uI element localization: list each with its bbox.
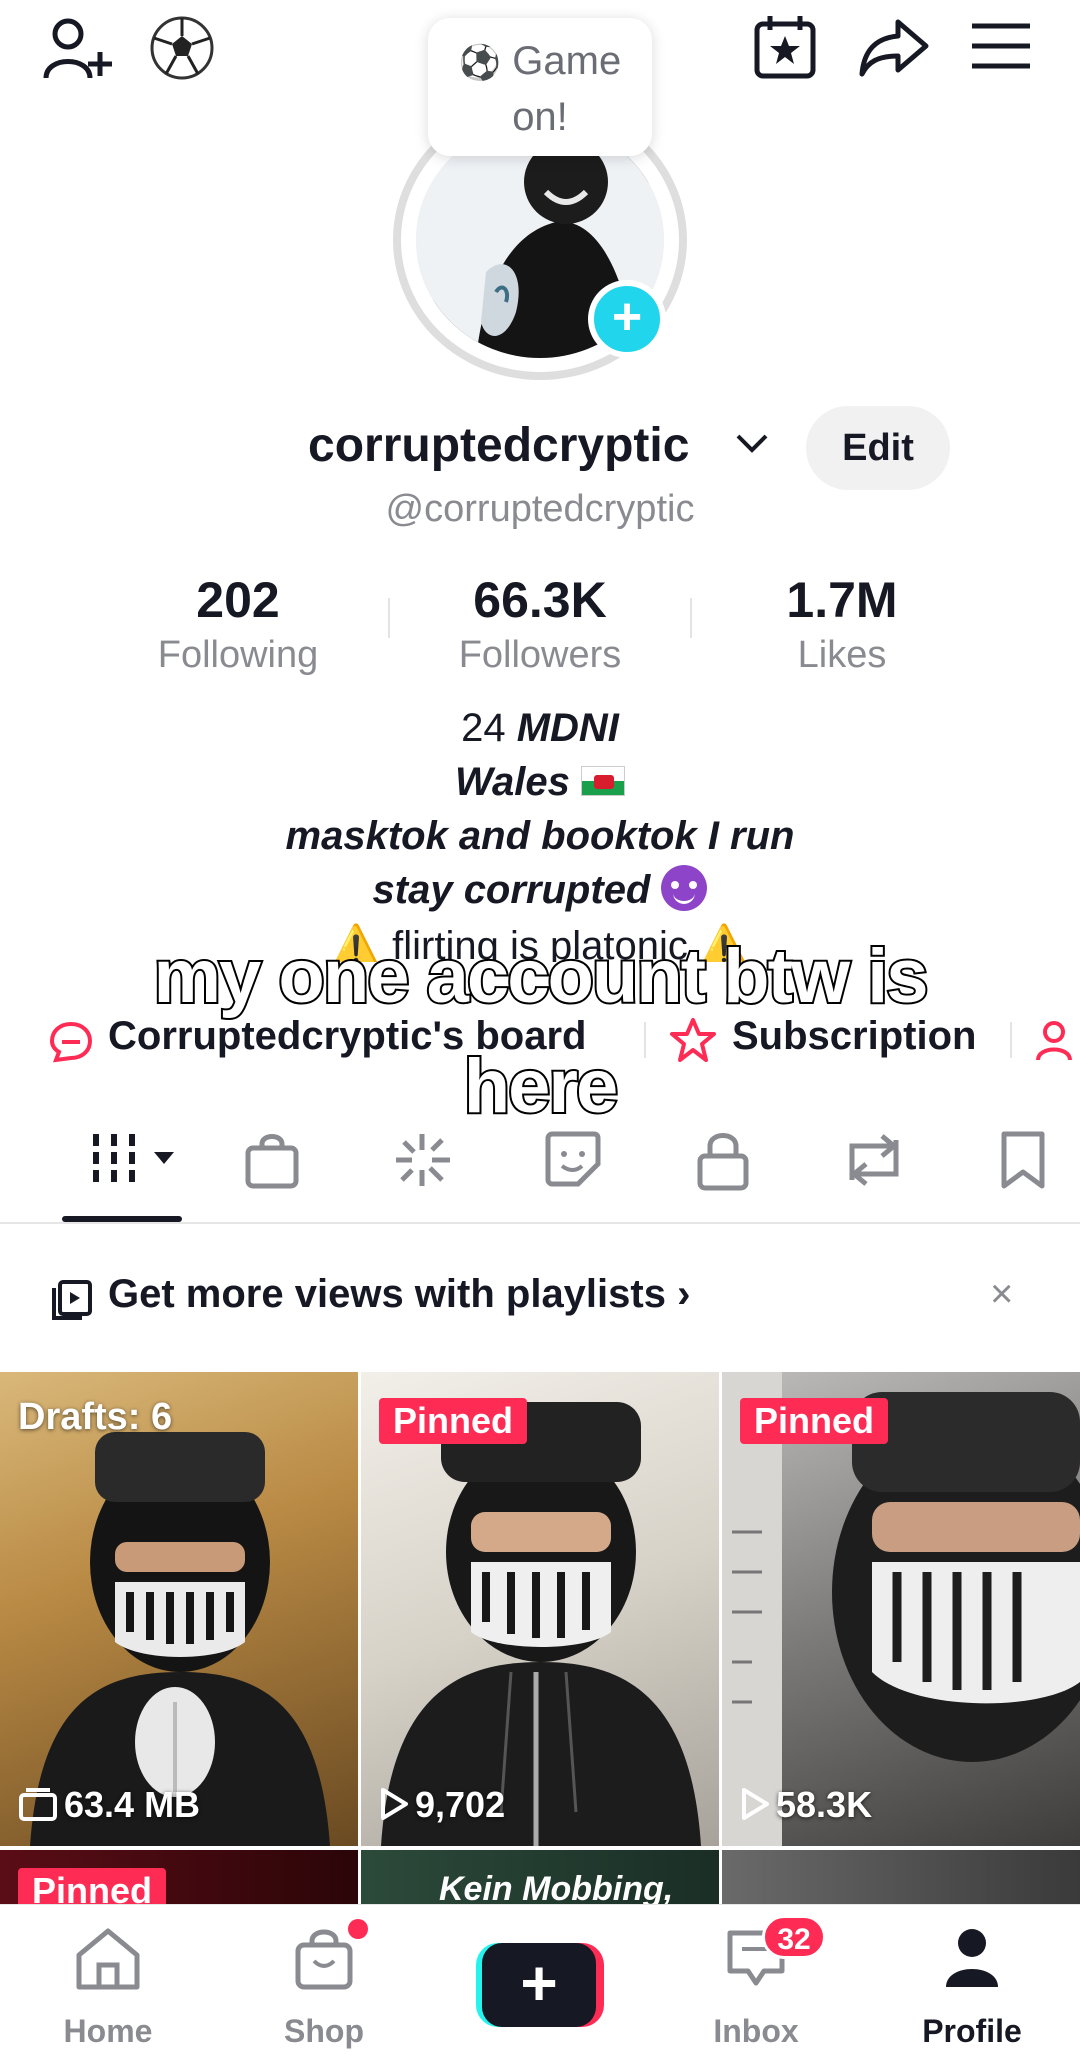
stat-label: Followers bbox=[458, 634, 622, 676]
wales-flag-icon bbox=[581, 766, 625, 797]
caption-line-1: my one account btw is bbox=[151, 932, 930, 1021]
play-icon bbox=[381, 1788, 408, 1821]
menu-icon[interactable] bbox=[970, 22, 1032, 70]
add-friend-icon[interactable] bbox=[40, 14, 116, 84]
share-icon[interactable] bbox=[858, 16, 930, 78]
bio-mdni: MDNI bbox=[516, 706, 619, 750]
stat-likes[interactable]: 1.7M Likes bbox=[692, 570, 992, 680]
play-icon bbox=[742, 1788, 769, 1821]
create-button[interactable]: + bbox=[476, 1943, 604, 2027]
stat-value: 66.3K bbox=[473, 572, 607, 628]
tile-stat-value: 9,702 bbox=[415, 1784, 506, 1825]
soccer-emoji-icon: ⚽ bbox=[458, 44, 502, 82]
video-tile[interactable]: Kein Mobbing, bbox=[361, 1850, 719, 1910]
profile-handle: @corruptedcryptic bbox=[385, 488, 695, 530]
stat-value: 1.7M bbox=[786, 572, 898, 628]
profile-icon bbox=[940, 1925, 1004, 1991]
stat-following[interactable]: 202 Following bbox=[88, 570, 388, 680]
stat-followers[interactable]: 66.3K Followers bbox=[390, 570, 690, 680]
bio-location: Wales bbox=[455, 760, 581, 804]
tile-stat: 9,702 bbox=[379, 1784, 505, 1826]
drafts-count: Drafts: 6 bbox=[18, 1396, 173, 1438]
video-tile-pinned-2[interactable]: Pinned 58.3K bbox=[722, 1372, 1080, 1846]
sparkle-tab-icon[interactable] bbox=[392, 1130, 454, 1190]
tile-stat-value: 63.4 MB bbox=[64, 1784, 201, 1825]
nav-label: Inbox bbox=[713, 2013, 799, 2049]
bookmark-tab-icon[interactable] bbox=[1000, 1130, 1046, 1190]
video-tile-drafts[interactable]: Drafts: 6 63.4 MB bbox=[0, 1372, 358, 1846]
nav-inbox[interactable]: 32 Inbox bbox=[676, 1905, 836, 2056]
nav-home[interactable]: Home bbox=[28, 1905, 188, 2056]
nav-profile[interactable]: Profile bbox=[892, 1905, 1052, 2056]
lock-tab-icon[interactable] bbox=[696, 1130, 750, 1192]
stat-label: Likes bbox=[797, 634, 887, 676]
video-tile[interactable] bbox=[722, 1850, 1080, 1910]
bio-line-1: 24 MDNI bbox=[0, 706, 1080, 751]
notification-dot bbox=[348, 1919, 368, 1939]
caption-line-2: here bbox=[462, 1042, 621, 1131]
nav-shop[interactable]: Shop bbox=[244, 1905, 404, 2056]
sticker-tab-icon[interactable] bbox=[544, 1130, 602, 1188]
tab-divider bbox=[0, 1222, 1080, 1224]
bio-motto: stay corrupted bbox=[372, 868, 662, 912]
videos-grid-tab-icon[interactable] bbox=[90, 1130, 180, 1186]
bio-age: 24 bbox=[461, 706, 517, 750]
tooltip-line1: Game bbox=[512, 39, 622, 83]
playlist-banner-link[interactable]: Get more views with playlists › bbox=[108, 1272, 690, 1317]
video-tile-pinned[interactable]: Pinned 9,702 bbox=[361, 1372, 719, 1846]
chevron-down-icon[interactable] bbox=[734, 430, 770, 461]
tile-stat: 63.4 MB bbox=[18, 1784, 200, 1826]
nav-label: Shop bbox=[284, 2013, 364, 2049]
tooltip-line2: on! bbox=[512, 95, 568, 139]
home-icon bbox=[73, 1925, 143, 1991]
profile-username[interactable]: corruptedcryptic bbox=[308, 418, 689, 473]
calendar-star-icon[interactable] bbox=[752, 12, 818, 80]
smiling-devil-icon bbox=[661, 865, 708, 912]
video-tile-pinned-3[interactable]: Pinned bbox=[0, 1850, 358, 1910]
pinned-badge: Pinned bbox=[379, 1398, 528, 1444]
soccer-ball-icon[interactable] bbox=[148, 14, 216, 82]
playlist-icon bbox=[50, 1278, 94, 1322]
bio-line-2: Wales bbox=[0, 760, 1080, 805]
create-plus-icon: + bbox=[482, 1943, 596, 2027]
bottom-nav: Home Shop + 32 Inbox Profile bbox=[0, 1904, 1080, 2056]
add-story-button[interactable]: + bbox=[588, 280, 666, 358]
video-thumbnail bbox=[30, 1432, 330, 1846]
inbox-count-badge: 32 bbox=[762, 1915, 826, 1959]
shop-bag-tab-icon[interactable] bbox=[244, 1130, 300, 1190]
repost-tab-icon[interactable] bbox=[842, 1130, 906, 1190]
bio-line-4: stay corrupted bbox=[0, 865, 1080, 915]
stat-label: Following bbox=[157, 634, 319, 676]
nav-label: Profile bbox=[922, 2013, 1022, 2049]
close-icon[interactable]: × bbox=[990, 1272, 1013, 1317]
bio-line-3: masktok and booktok I run bbox=[285, 814, 795, 858]
folder-icon bbox=[19, 1788, 57, 1822]
tile-stat-value: 58.3K bbox=[776, 1784, 873, 1825]
edit-profile-button[interactable]: Edit bbox=[806, 406, 950, 490]
tile-stat: 58.3K bbox=[740, 1784, 872, 1826]
status-tooltip[interactable]: ⚽ Game on! bbox=[428, 18, 652, 156]
stat-value: 202 bbox=[196, 572, 280, 628]
shop-bag-icon bbox=[292, 1925, 356, 1991]
pinned-badge: Pinned bbox=[740, 1398, 889, 1444]
nav-label: Home bbox=[63, 2013, 153, 2049]
